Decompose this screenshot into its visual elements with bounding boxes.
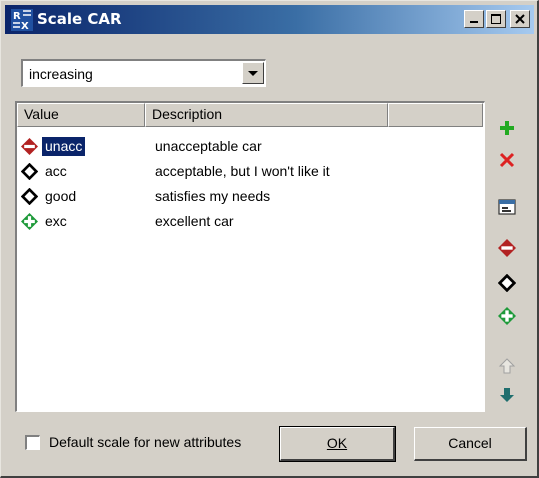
default-scale-label: Default scale for new attributes: [49, 434, 242, 450]
window-title: Scale CAR: [37, 10, 122, 28]
svg-text:R: R: [13, 11, 21, 22]
move-up-icon[interactable]: [498, 357, 516, 375]
red-minus-diamond-icon: [21, 138, 38, 155]
move-down-icon[interactable]: [498, 386, 516, 404]
row-value: unacc: [42, 137, 86, 156]
row-description: unacceptable car: [155, 138, 262, 154]
column-header-filler: [388, 103, 483, 127]
table-row[interactable]: unacc unacceptable car: [17, 135, 477, 159]
default-scale-checkbox[interactable]: [25, 435, 40, 450]
ok-button[interactable]: OK: [279, 426, 396, 462]
row-description: excellent car: [155, 213, 234, 229]
column-header-description[interactable]: Description: [145, 103, 388, 127]
table-row[interactable]: good satisfies my needs: [17, 185, 477, 209]
close-button[interactable]: [510, 10, 530, 28]
side-toolbar: [487, 101, 527, 412]
maximize-icon: [491, 14, 501, 24]
row-value: good: [45, 188, 77, 204]
row-value: acc: [45, 163, 67, 179]
set-bad-icon[interactable]: [498, 239, 516, 257]
scale-dialog: R X Scale CAR increasing Value Descripti…: [0, 0, 539, 478]
edit-icon[interactable]: [498, 198, 516, 216]
table-row[interactable]: acc acceptable, but I won't like it: [17, 160, 477, 184]
column-header-value[interactable]: Value: [17, 103, 145, 127]
minimize-icon: [470, 21, 478, 23]
set-neutral-icon[interactable]: [498, 274, 516, 292]
row-value: exc: [45, 213, 67, 229]
values-list[interactable]: Value Description unacc unacceptable car…: [15, 101, 485, 412]
order-select[interactable]: increasing: [21, 59, 266, 87]
scale-app-icon: R X: [11, 9, 33, 31]
dropdown-arrow-button[interactable]: [242, 62, 264, 84]
minimize-button[interactable]: [464, 10, 484, 28]
close-icon: [515, 14, 525, 24]
maximize-button[interactable]: [486, 10, 506, 28]
cancel-button-label: Cancel: [448, 435, 492, 451]
delete-icon[interactable]: [498, 151, 516, 169]
black-diamond-icon: [21, 163, 38, 180]
set-good-icon[interactable]: [498, 307, 516, 325]
svg-text:X: X: [21, 21, 29, 31]
row-description: acceptable, but I won't like it: [155, 163, 330, 179]
table-row[interactable]: exc excellent car: [17, 210, 477, 234]
order-select-value: increasing: [29, 66, 93, 82]
cancel-button[interactable]: Cancel: [414, 427, 527, 461]
green-plus-diamond-icon: [21, 213, 38, 230]
add-icon[interactable]: [498, 119, 516, 137]
title-bar[interactable]: R X Scale CAR: [5, 5, 534, 34]
row-description: satisfies my needs: [155, 188, 271, 204]
black-diamond-icon: [21, 188, 38, 205]
ok-button-label: OK: [326, 435, 348, 451]
